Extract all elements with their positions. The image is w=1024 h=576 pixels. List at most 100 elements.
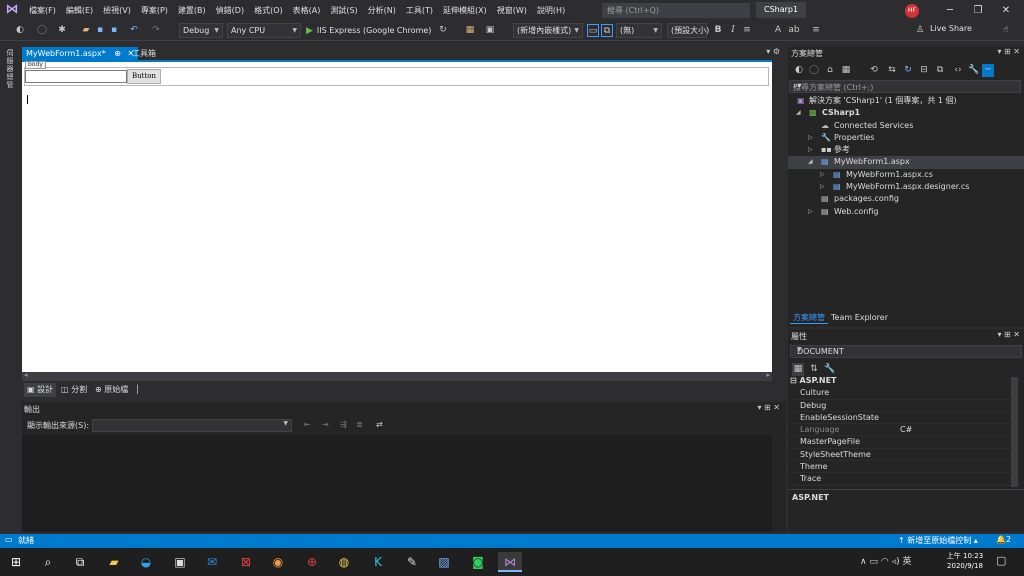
design-button[interactable]: Button <box>127 69 161 84</box>
server-explorer-tab[interactable]: 伺服器總管 <box>5 49 15 89</box>
tab-team-explorer[interactable]: Team Explorer <box>828 311 891 324</box>
bold-icon[interactable]: B <box>712 24 724 37</box>
view-code-icon[interactable]: ‹› <box>952 64 964 77</box>
property-row[interactable]: StyleSheetTheme <box>790 448 1010 462</box>
property-row[interactable]: Trace <box>790 473 1010 486</box>
output-text-area[interactable] <box>22 435 772 532</box>
live-share-button[interactable]: Live Share <box>930 24 972 33</box>
capture-tool-icon[interactable]: ⊕ <box>300 552 324 572</box>
tab-mywebform1-aspx[interactable]: MyWebForm1.aspx* ⊕ ✕ <box>22 47 139 61</box>
minimize-icon[interactable]: ─ <box>940 3 960 18</box>
tree-node-mywebform1-aspx-cs[interactable]: ▷ ▤ MyWebForm1.aspx.cs <box>788 169 1024 181</box>
menu-tools[interactable]: 工具(T) <box>401 0 438 21</box>
pending-changes-icon[interactable]: ⟲ <box>868 64 880 77</box>
tab-toolbox[interactable]: 工具箱 <box>128 47 160 61</box>
action-center-icon[interactable]: ▢ <box>996 554 1006 567</box>
volume-icon[interactable]: ◃) <box>892 557 900 567</box>
home-icon[interactable]: ⌂ <box>824 64 836 77</box>
close-icon[interactable]: ✕ <box>996 3 1016 18</box>
property-row[interactable]: Culture <box>790 387 1010 400</box>
menu-analyze[interactable]: 分析(N) <box>363 0 401 21</box>
menu-help[interactable]: 說明(H) <box>532 0 570 21</box>
search-input[interactable]: 搜尋 (Ctrl+Q) ⌕ <box>602 3 750 18</box>
design-textbox[interactable] <box>25 70 127 83</box>
windows-start-icon[interactable]: ⊞ <box>4 552 28 572</box>
panel-window-controls-icon[interactable]: ▾ ⊞ ✕ <box>997 330 1020 339</box>
menu-edit[interactable]: 編輯(E) <box>61 0 98 21</box>
view-design-button[interactable]: ▣ 設計 <box>24 383 57 397</box>
font-color-icon[interactable]: ≡ <box>741 24 753 37</box>
photo-app-icon[interactable]: ◉ <box>266 552 290 572</box>
browse-icon[interactable]: ▦ <box>464 24 476 37</box>
body-tag-label[interactable]: body <box>25 61 46 69</box>
scroll-left-icon[interactable]: ◂ <box>24 371 28 379</box>
switch-views-icon[interactable]: ▦ <box>840 64 852 77</box>
block-format-select[interactable]: (新增內嵌樣式) ▼ <box>513 23 583 38</box>
add-to-source-control-button[interactable]: ↑ 新增至原始檔控制 ▴ <box>898 535 978 546</box>
panel-window-controls-icon[interactable]: ▾ ⊞ ✕ <box>997 47 1020 56</box>
restore-icon[interactable]: ❐ <box>968 3 988 18</box>
image-icon[interactable]: ▣ <box>484 24 496 37</box>
tab-overflow-icon[interactable]: ▾ ⚙ <box>766 47 780 56</box>
start-debugging-button[interactable]: ▶ IIS Express (Google Chrome) <box>306 23 431 38</box>
visual-studio-taskbar-icon[interactable]: ⋈ <box>498 552 522 572</box>
chevron-collapsed-icon[interactable]: ▷ <box>808 132 813 144</box>
open-folder-icon[interactable]: ▰ <box>80 24 92 37</box>
undo-icon[interactable]: ↶ <box>128 24 140 37</box>
menu-file[interactable]: 檔案(F) <box>24 0 61 21</box>
font-size-select[interactable]: (預設大小) <box>667 23 709 38</box>
forward-icon[interactable]: ◯ <box>36 24 48 37</box>
output-source-select[interactable]: ▼ <box>92 419 292 432</box>
notifications-button[interactable]: 🔔2 <box>996 535 1011 544</box>
redo-icon[interactable]: ↷ <box>150 24 162 37</box>
chevron-collapsed-icon[interactable]: ▷ <box>820 181 825 193</box>
properties-vertical-scrollbar[interactable] <box>1011 377 1018 487</box>
save-all-icon[interactable]: ▪ <box>108 24 120 37</box>
menu-project[interactable]: 專案(P) <box>136 0 173 21</box>
search-icon[interactable]: ⌕▾ <box>793 81 1016 91</box>
live-share-icon[interactable]: ♙ <box>914 24 926 37</box>
menu-view[interactable]: 檢視(V) <box>98 0 136 21</box>
italic-icon[interactable]: I <box>727 24 739 37</box>
menu-build[interactable]: 建置(B) <box>173 0 211 21</box>
show-all-files-icon[interactable]: ⧉ <box>934 64 946 77</box>
property-value[interactable]: C# <box>900 424 912 436</box>
tree-node-mywebform1-aspx[interactable]: ◢ ▤ MyWebForm1.aspx <box>788 156 1024 169</box>
file-explorer-icon[interactable]: ▰ <box>102 552 126 572</box>
target-rule-icon[interactable]: ⧉ <box>601 24 613 37</box>
refresh-icon[interactable]: ↻ <box>437 24 449 37</box>
scroll-right-icon[interactable]: ▸ <box>766 371 770 379</box>
search-icon[interactable]: ⌕ <box>607 5 745 15</box>
property-row[interactable]: MasterPageFile <box>790 436 1010 449</box>
prev-message-icon[interactable]: ⇥ <box>322 420 329 429</box>
chevron-collapsed-icon[interactable]: ▷ <box>820 169 825 181</box>
solution-platform-select[interactable]: Any CPU ▼ <box>227 23 301 38</box>
property-row[interactable]: Language C# <box>790 424 1010 437</box>
word-wrap-icon[interactable]: ⇄ <box>376 420 383 429</box>
collapse-icon[interactable]: ⊟ <box>790 376 800 385</box>
forward-icon[interactable]: ◯ <box>808 64 820 77</box>
gift-icon[interactable]: ⊠ <box>234 552 258 572</box>
taskbar-clock[interactable]: 上午 10:23 2020/9/18 <box>940 551 990 571</box>
target-rule-select[interactable]: (無) ▼ <box>616 23 662 38</box>
chevron-expanded-icon[interactable]: ◢ <box>796 107 801 119</box>
search-icon[interactable]: ⌕ <box>36 552 60 572</box>
menu-format[interactable]: 格式(O) <box>249 0 288 21</box>
save-icon[interactable]: ▪ <box>94 24 106 37</box>
chevron-up-icon[interactable]: ∧ <box>860 557 867 567</box>
ime-indicator[interactable]: 英 <box>903 557 912 567</box>
menu-extensions[interactable]: 延伸模組(X) <box>438 0 492 21</box>
solution-explorer-search-input[interactable]: 搜尋方案總管 (Ctrl+;) ⌕▾ <box>789 80 1021 93</box>
tab-solution-explorer[interactable]: 方案總管 <box>790 311 828 324</box>
tree-node-solution[interactable]: ▣ 解決方案 'CSharp1' (1 個專案，共 1 個) <box>788 95 1024 107</box>
battery-icon[interactable]: ▭ <box>869 557 878 567</box>
preview-icon[interactable]: ─ <box>982 64 994 77</box>
menu-table[interactable]: 表格(A) <box>288 0 326 21</box>
collapse-all-icon[interactable]: ⊟ <box>918 64 930 77</box>
property-row[interactable]: EnableSessionState <box>790 411 1010 425</box>
tree-node-connected-services[interactable]: ☁ Connected Services <box>788 120 1024 132</box>
store-icon[interactable]: ▣ <box>168 552 192 572</box>
task-view-icon[interactable]: ⧉ <box>68 552 92 572</box>
property-row[interactable]: Debug <box>790 399 1010 412</box>
avatar[interactable]: HF <box>905 4 919 18</box>
